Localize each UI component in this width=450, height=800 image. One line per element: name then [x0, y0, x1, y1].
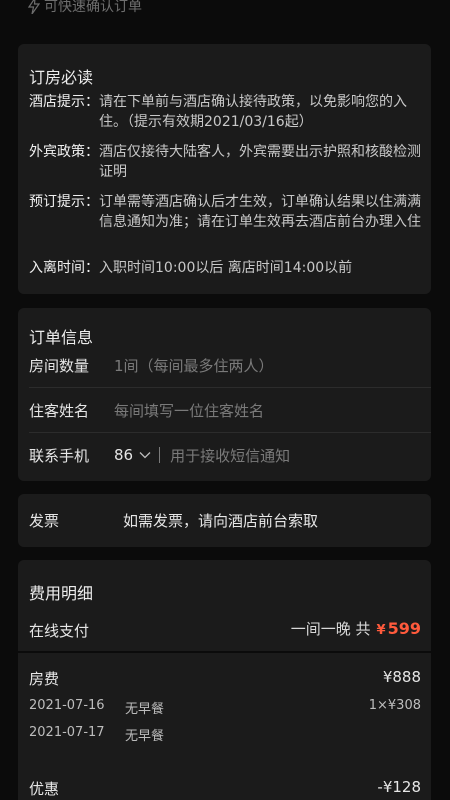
invoice-label: 发票 — [29, 512, 60, 530]
day-price: 1×¥308 — [368, 698, 421, 713]
room-count-label: 房间数量 — [29, 356, 90, 375]
day-breakfast: 无早餐 — [125, 702, 165, 717]
room-fee-label: 房费 — [29, 670, 60, 688]
phone-input-area: 86 用于接收短信通知 — [114, 445, 290, 466]
quick-confirm-hint: 可快速确认订单 — [28, 0, 142, 16]
guest-name-label: 住客姓名 — [29, 401, 90, 420]
order-info-card: 订单信息 房间数量 1间（每间最多住两人） 住客姓名 每间填写一位住客姓名 联系… — [18, 308, 431, 481]
total-amount: 599 — [387, 619, 421, 638]
invoice-text: 如需发票，请向酒店前台索取 — [123, 512, 319, 530]
lightning-icon — [28, 0, 40, 14]
country-code-select[interactable]: 86 — [114, 446, 133, 464]
notice-text: 订单需等酒店确认后才生效，订单确认结果以住满满信息通知为准；请在订单生效再去酒店… — [99, 194, 421, 230]
notice-label: 外宾政策： — [29, 144, 99, 160]
separator — [159, 447, 161, 463]
chevron-down-icon[interactable] — [139, 451, 151, 459]
guest-name-row: 住客姓名 每间填写一位住客姓名 — [18, 388, 431, 432]
fee-detail-card: 费用明细 在线支付 一间一晚 共 ¥599 房费 ¥888 2021-07-16… — [18, 560, 431, 800]
notice-label: 入离时间： — [29, 260, 99, 276]
total-price: ¥599 — [377, 619, 421, 638]
booking-page: 可快速确认订单 订房必读 酒店提示： 请在下单前与酒店确认接待政策，以免影响您的… — [0, 0, 450, 800]
online-pay-label: 在线支付 — [29, 622, 90, 640]
currency-symbol: ¥ — [376, 623, 386, 638]
day-breakfast: 无早餐 — [125, 729, 165, 744]
notice-text: 入职时间10:00以后 离店时间14:00以前 — [99, 260, 353, 276]
phone-label: 联系手机 — [29, 446, 90, 465]
notice-label: 酒店提示： — [29, 94, 99, 110]
room-fee-value: ¥888 — [382, 668, 421, 686]
phone-input[interactable]: 用于接收短信通知 — [170, 445, 290, 466]
booking-notice-card: 订房必读 酒店提示： 请在下单前与酒店确认接待政策，以免影响您的入住。（提示有效… — [18, 44, 431, 294]
discount-value: -¥128 — [377, 778, 421, 796]
fee-detail-title: 费用明细 — [29, 584, 94, 603]
notice-hotel-tip: 酒店提示： 请在下单前与酒店确认接待政策，以免影响您的入住。（提示有效期2021… — [29, 92, 421, 132]
notice-checkin-time: 入离时间： 入职时间10:00以后 离店时间14:00以前 — [29, 258, 421, 278]
room-count-value[interactable]: 1间（每间最多住两人） — [114, 355, 274, 376]
phone-row: 联系手机 86 用于接收短信通知 — [18, 433, 431, 477]
notice-label: 预订提示： — [29, 194, 99, 210]
booking-notice-title: 订房必读 — [29, 68, 94, 87]
notice-text: 酒店仅接待大陆客人，外宾需要出示护照和核酸检测证明 — [99, 144, 421, 180]
online-pay-desc: 一间一晚 共 — [290, 620, 371, 638]
discount-label: 优惠 — [29, 780, 60, 798]
day-date: 2021-07-16 — [29, 698, 105, 713]
room-count-row[interactable]: 房间数量 1间（每间最多住两人） — [18, 343, 431, 387]
notice-foreigner-policy: 外宾政策： 酒店仅接待大陆客人，外宾需要出示护照和核酸检测证明 — [29, 142, 421, 182]
online-pay-row: 在线支付 一间一晚 共 ¥599 — [29, 618, 421, 641]
invoice-card: 发票 如需发票，请向酒店前台索取 — [18, 494, 431, 547]
guest-name-input[interactable]: 每间填写一位住客姓名 — [114, 400, 264, 421]
section-divider — [18, 651, 431, 653]
online-pay-summary: 一间一晚 共 ¥599 — [291, 618, 421, 639]
day-date: 2021-07-17 — [29, 725, 105, 740]
quick-confirm-text: 可快速确认订单 — [44, 0, 142, 15]
notice-booking-tip: 预订提示： 订单需等酒店确认后才生效，订单确认结果以住满满信息通知为准；请在订单… — [29, 192, 421, 232]
notice-text: 请在下单前与酒店确认接待政策，以免影响您的入住。（提示有效期2021/03/16… — [99, 94, 407, 130]
